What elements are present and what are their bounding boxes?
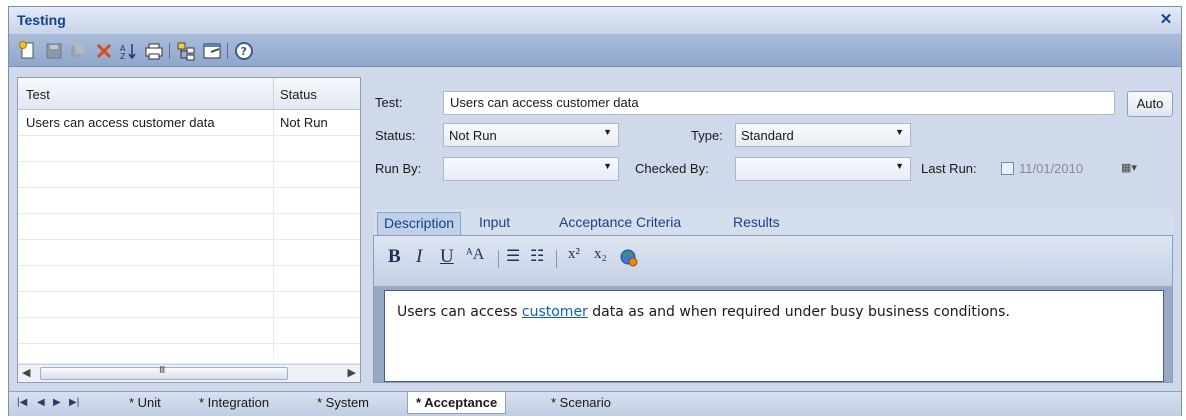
scroll-left-icon[interactable]: ◀ <box>22 366 30 379</box>
test-label: Test: <box>375 95 403 110</box>
hierarchy-icon[interactable] <box>175 40 197 62</box>
chevron-down-icon: ▼ <box>603 127 612 137</box>
tab-integration[interactable]: * Integration <box>191 392 277 414</box>
description-text-before: Users can access <box>397 304 522 320</box>
scroll-right-icon[interactable]: ▶ <box>348 366 356 379</box>
first-page-icon[interactable]: |◀ <box>17 397 27 408</box>
chevron-down-icon: ▼ <box>895 127 904 137</box>
superscript-icon[interactable]: x² <box>568 246 580 263</box>
run-by-label: Run By: <box>375 161 422 176</box>
svg-text:?: ? <box>241 45 247 58</box>
column-header-status[interactable]: Status <box>280 87 317 102</box>
bottom-tab-bar: |◀ ◀ ▶ ▶| * Unit * Integration * System … <box>9 391 1181 416</box>
new-test-icon[interactable] <box>17 40 39 62</box>
column-divider[interactable] <box>273 78 274 110</box>
scroll-thumb[interactable]: III <box>40 365 288 380</box>
tab-system[interactable]: * System <box>309 392 377 414</box>
table-row-empty <box>18 162 360 188</box>
calendar-icon[interactable]: ▦▾ <box>1121 161 1137 174</box>
row-test-name: Users can access customer data <box>26 115 215 130</box>
table-row-empty <box>18 214 360 240</box>
delete-icon[interactable] <box>93 40 115 62</box>
italic-icon[interactable]: I <box>416 246 422 268</box>
table-row-empty <box>18 240 360 266</box>
table-row-empty <box>18 344 360 364</box>
hyperlink-icon[interactable] <box>618 247 640 269</box>
description-editor: B I U ᴬA ☰ ☷ x² x₂ Users can access cust… <box>373 235 1173 383</box>
type-dropdown[interactable]: Standard ▼ <box>735 123 911 147</box>
last-run-checkbox[interactable] <box>1001 162 1014 175</box>
tab-input[interactable]: Input <box>473 212 516 235</box>
test-details: Test: Users can access customer data Aut… <box>371 77 1179 383</box>
copy-icon[interactable] <box>67 40 89 62</box>
tab-acceptance-criteria[interactable]: Acceptance Criteria <box>553 212 687 235</box>
bold-icon[interactable]: B <box>388 246 401 268</box>
row-status: Not Run <box>280 115 328 130</box>
detail-tabs: Description Input Acceptance Criteria Re… <box>373 209 1173 235</box>
table-row-empty <box>18 318 360 344</box>
tab-scenario[interactable]: * Scenario <box>543 392 619 414</box>
table-row-empty <box>18 136 360 162</box>
format-toolbar: B I U ᴬA ☰ ☷ x² x₂ <box>374 236 1172 286</box>
help-icon[interactable]: ? <box>233 40 255 62</box>
next-page-icon[interactable]: ▶ <box>53 397 61 408</box>
underline-icon[interactable]: U <box>440 246 454 268</box>
font-icon[interactable]: ᴬA <box>466 246 484 264</box>
description-text-after: data as and when required under busy bus… <box>587 304 1010 320</box>
last-run-label: Last Run: <box>921 161 977 176</box>
chevron-down-icon: ▼ <box>603 161 612 171</box>
last-run-date-picker[interactable]: 11/01/2010 ▦▾ <box>1001 157 1171 181</box>
last-run-value: 11/01/2010 <box>1019 161 1084 176</box>
format-separator <box>498 250 499 268</box>
prev-page-icon[interactable]: ◀ <box>37 397 45 408</box>
table-row-empty <box>18 292 360 318</box>
horizontal-scrollbar[interactable]: ◀ III ▶ <box>18 364 360 382</box>
scroll-grip: III <box>159 365 165 376</box>
checked-by-dropdown[interactable]: ▼ <box>735 157 911 181</box>
testing-window: Testing ✕ A Z ? Test Status Users can ac… <box>8 6 1182 416</box>
sort-icon[interactable]: A Z <box>117 40 139 62</box>
tab-description[interactable]: Description <box>377 212 462 235</box>
properties-icon[interactable] <box>201 40 223 62</box>
auto-button[interactable]: Auto <box>1127 91 1173 117</box>
last-page-icon[interactable]: ▶| <box>69 397 79 408</box>
bullet-list-icon[interactable]: ☰ <box>506 246 520 266</box>
chevron-down-icon: ▼ <box>895 161 904 171</box>
table-row-empty <box>18 188 360 214</box>
type-value: Standard <box>741 128 794 143</box>
tab-acceptance[interactable]: * Acceptance <box>407 392 507 414</box>
checked-by-label: Checked By: <box>635 161 709 176</box>
description-text[interactable]: Users can access customer data as and wh… <box>384 290 1164 382</box>
test-list-header: Test Status <box>18 78 360 110</box>
status-label: Status: <box>375 128 416 143</box>
tab-results[interactable]: Results <box>727 212 786 235</box>
run-by-dropdown[interactable]: ▼ <box>443 157 619 181</box>
table-row-empty <box>18 266 360 292</box>
tab-unit[interactable]: * Unit <box>121 392 169 414</box>
type-label: Type: <box>691 128 723 143</box>
numbered-list-icon[interactable]: ☷ <box>530 246 544 266</box>
print-icon[interactable] <box>143 40 165 62</box>
subscript-icon[interactable]: x₂ <box>594 246 607 263</box>
status-value: Not Run <box>449 128 497 143</box>
window-title: Testing <box>17 12 66 28</box>
test-list: Test Status Users can access customer da… <box>17 77 361 383</box>
customer-link[interactable]: customer <box>522 304 588 320</box>
title-bar: Testing ✕ <box>9 7 1181 35</box>
toolbar-separator <box>227 43 228 59</box>
toolbar-separator <box>169 43 170 59</box>
column-header-test[interactable]: Test <box>26 87 50 102</box>
close-icon[interactable]: ✕ <box>1157 11 1175 29</box>
save-icon[interactable] <box>43 40 65 62</box>
svg-text:Z: Z <box>120 52 126 61</box>
table-row[interactable]: Users can access customer data Not Run <box>18 110 360 136</box>
format-separator <box>556 250 557 268</box>
status-dropdown[interactable]: Not Run ▼ <box>443 123 619 147</box>
test-name-input[interactable]: Users can access customer data <box>443 91 1115 115</box>
toolbar: A Z ? <box>9 35 1181 67</box>
